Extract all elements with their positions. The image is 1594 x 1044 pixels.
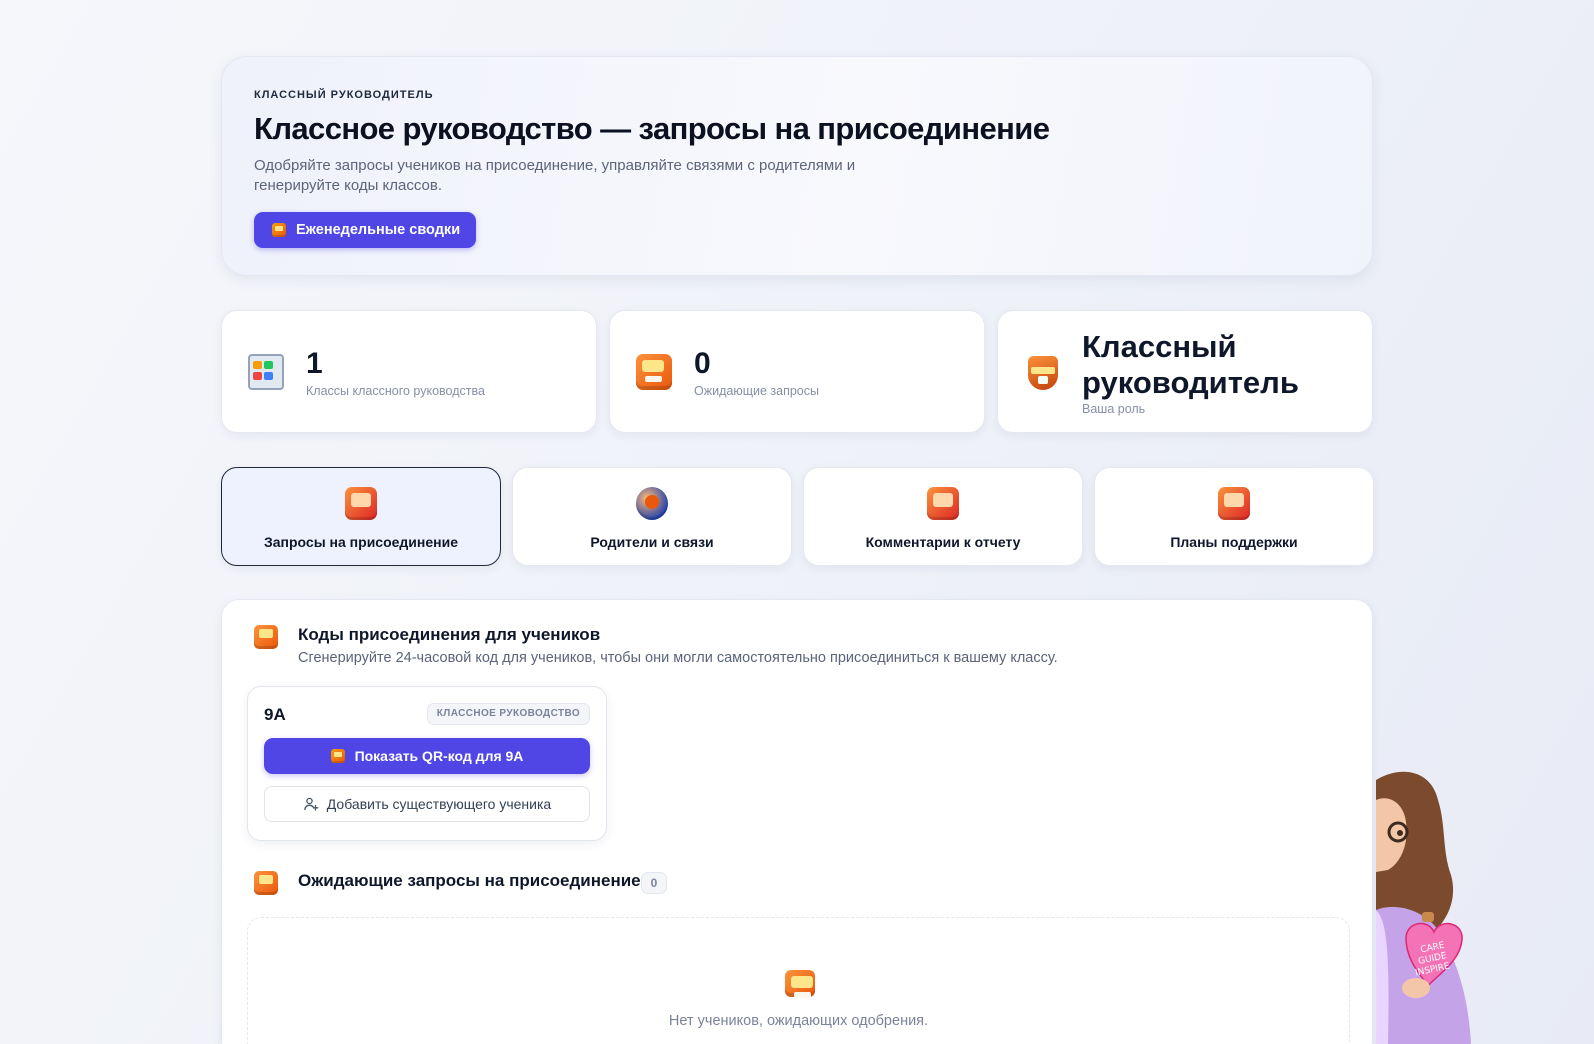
page-description: Одобряйте запросы учеников на присоедине… — [254, 157, 856, 194]
join-codes-title: Коды присоединения для учеников — [298, 625, 601, 644]
tab-support-plans-label: Планы поддержки — [1170, 534, 1298, 550]
qr-icon — [330, 749, 345, 763]
stat-card-role: Классный руководитель Ваша роль — [997, 310, 1373, 433]
join-requests-panel: Коды присоединения для учеников Сгенерир… — [221, 599, 1373, 1044]
join-codes-subtitle: Сгенерируйте 24-часовой код для учеников… — [298, 650, 1058, 666]
hero-card: КЛАССНЫЙ РУКОВОДИТЕЛЬ Классное руководст… — [221, 56, 1373, 276]
empty-state: Нет учеников, ожидающих одобрения. — [247, 917, 1350, 1044]
empty-inbox-icon — [785, 970, 815, 998]
add-existing-student-label: Добавить существующего ученика — [326, 796, 552, 812]
weekly-summaries-button[interactable]: Еженедельные сводки — [254, 212, 477, 248]
summary-icon — [272, 223, 286, 237]
show-qr-label: Показать QR-код для 9A — [354, 748, 524, 764]
homeroom-badge: КЛАССНОЕ РУКОВОДСТВО — [426, 703, 590, 725]
inbox-icon — [636, 354, 672, 390]
empty-state-text: Нет учеников, ожидающих одобрения. — [668, 1013, 929, 1029]
shield-icon — [1028, 356, 1058, 390]
pending-count-label: Ожидающие запросы — [694, 384, 819, 398]
stat-card-pending: 0 Ожидающие запросы — [609, 310, 985, 433]
join-codes-icon — [254, 625, 278, 649]
join-requests-icon — [345, 487, 377, 520]
teacher-mascot-illustration: CARE GUIDE INSPIRE — [1376, 771, 1471, 1044]
pending-count: 0 — [694, 347, 711, 380]
parents-icon — [636, 487, 668, 520]
tab-join-requests-label: Запросы на присоединение — [263, 534, 459, 550]
classes-count-label: Классы классного руководства — [306, 384, 485, 398]
tab-parents-label: Родители и связи — [590, 534, 714, 550]
class-name: 9A — [264, 705, 286, 724]
teacher-dashboard: КЛАССНЫЙ РУКОВОДИТЕЛЬ Классное руководст… — [0, 0, 1594, 1044]
show-qr-button[interactable]: Показать QR-код для 9A — [264, 738, 590, 774]
pending-count-badge: 0 — [641, 872, 667, 894]
role-eyebrow: КЛАССНЫЙ РУКОВОДИТЕЛЬ — [254, 89, 434, 101]
tab-join-requests[interactable]: Запросы на присоединение — [221, 467, 501, 566]
tab-report-comments[interactable]: Комментарии к отчету — [803, 467, 1083, 566]
class-code-card: 9A КЛАССНОЕ РУКОВОДСТВО Показать QR-код … — [247, 686, 607, 841]
report-comments-icon — [927, 487, 959, 520]
classes-grid-icon — [248, 354, 284, 390]
tab-report-comments-label: Комментарии к отчету — [865, 534, 1021, 550]
role-label: Ваша роль — [1082, 402, 1146, 416]
tab-parents[interactable]: Родители и связи — [512, 467, 792, 566]
role-value: Классный руководитель — [1082, 329, 1299, 400]
support-plans-icon — [1218, 487, 1250, 520]
pending-requests-icon — [254, 871, 278, 895]
weekly-summaries-label: Еженедельные сводки — [296, 222, 461, 238]
page-title: Классное руководство — запросы на присое… — [254, 111, 1050, 146]
classes-count: 1 — [306, 347, 323, 380]
add-existing-student-button[interactable]: Добавить существующего ученика — [264, 786, 590, 822]
tab-support-plans[interactable]: Планы поддержки — [1094, 467, 1374, 566]
stat-card-classes: 1 Классы классного руководства — [221, 310, 597, 433]
pending-requests-title: Ожидающие запросы на присоединение — [298, 871, 641, 890]
user-plus-icon — [303, 797, 319, 811]
